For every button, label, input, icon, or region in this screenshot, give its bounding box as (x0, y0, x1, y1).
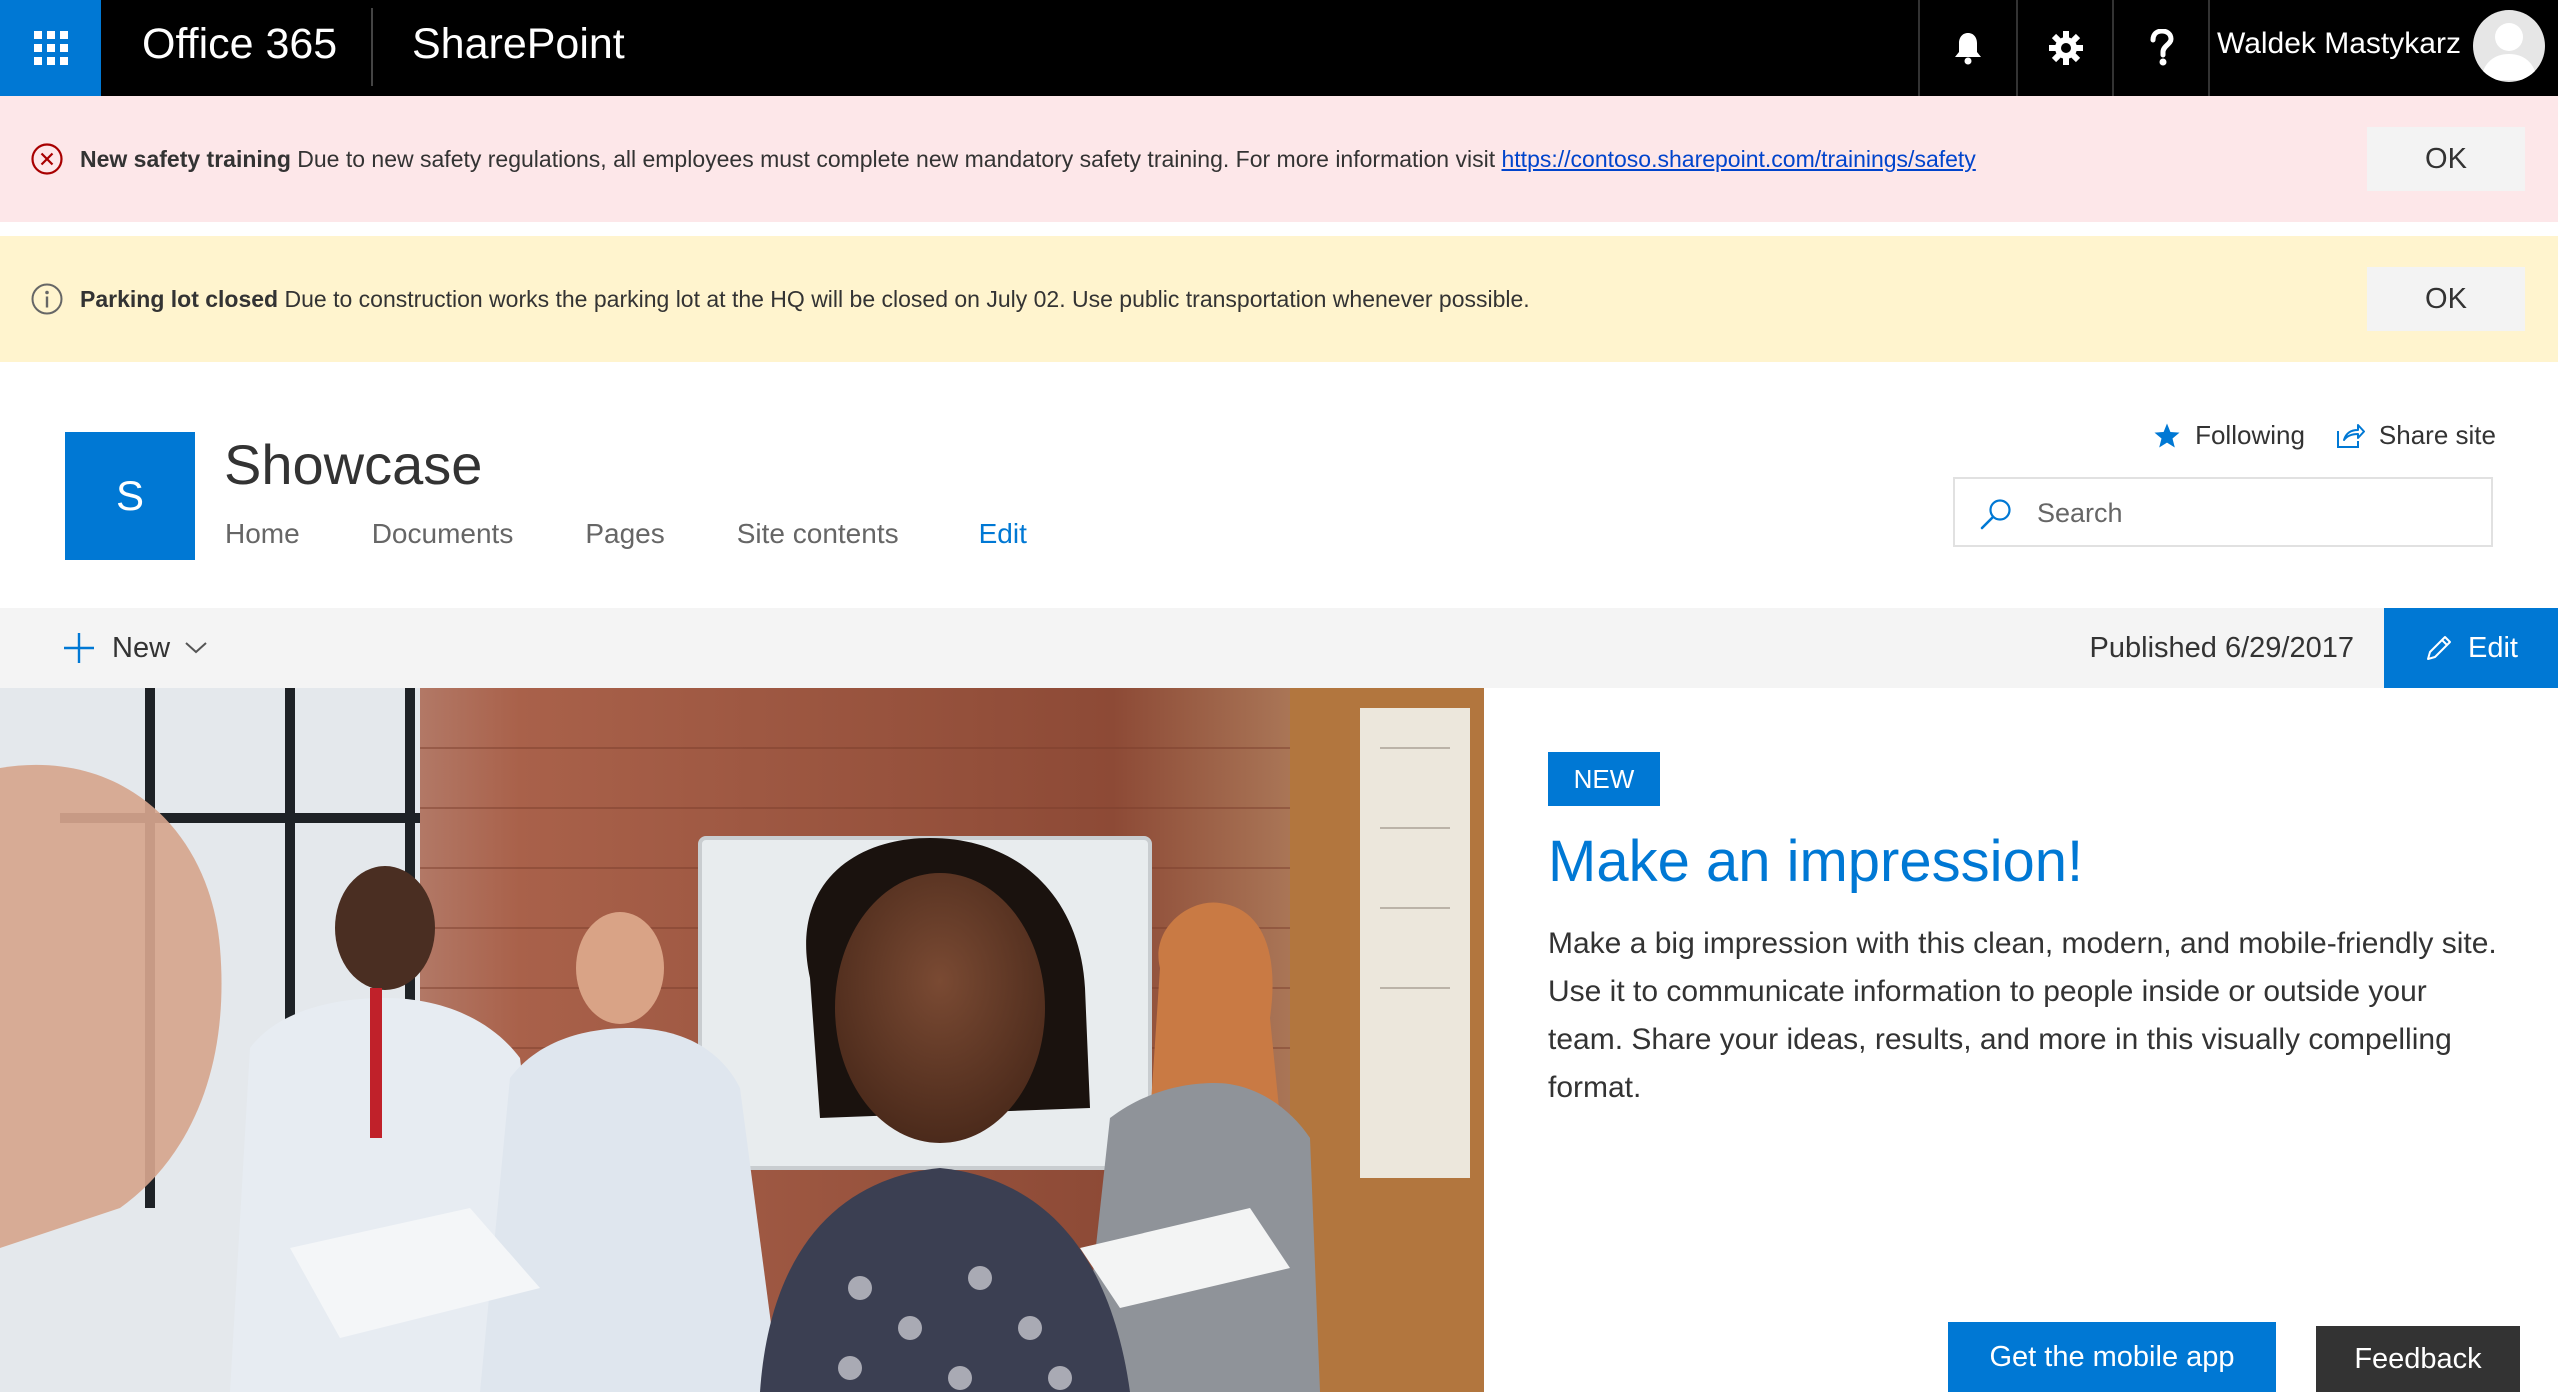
star-icon (2154, 423, 2180, 447)
notifications-button[interactable] (1918, 0, 2016, 96)
settings-button[interactable] (2016, 0, 2114, 96)
office365-brand[interactable]: Office 365 (142, 20, 337, 69)
site-logo[interactable]: S (65, 432, 195, 560)
new-button[interactable]: New (62, 608, 208, 688)
app-launcher-button[interactable] (0, 0, 101, 96)
plus-icon (64, 633, 94, 663)
edit-page-button[interactable]: Edit (2384, 608, 2558, 688)
gear-icon (2049, 31, 2083, 65)
dismiss-parking-notification-button[interactable]: OK (2367, 267, 2525, 331)
command-bar: New Published 6/29/2017 Edit (0, 608, 2558, 688)
nav-item-pages[interactable]: Pages (585, 518, 664, 550)
hero-title[interactable]: Make an impression! (1548, 828, 2083, 895)
new-badge: NEW (1548, 752, 1660, 806)
search-icon (1980, 499, 2011, 530)
avatar[interactable] (2473, 10, 2545, 82)
suite-bar: Office 365 SharePoint Waldek Mastykarz (0, 0, 2558, 96)
notification-message: Due to construction works the parking lo… (284, 285, 1530, 312)
notification-text: Parking lot closed Due to construction w… (80, 286, 1530, 313)
notification-parking-lot: Parking lot closed Due to construction w… (0, 236, 2558, 362)
site-actions: Following Share site (2123, 420, 2496, 451)
get-mobile-app-button[interactable]: Get the mobile app (1948, 1322, 2276, 1392)
feedback-button[interactable]: Feedback (2316, 1326, 2520, 1392)
share-icon (2336, 423, 2365, 448)
site-navigation: Home Documents Pages Site contents Edit (225, 518, 1099, 550)
new-label: New (112, 631, 171, 664)
nav-edit-link[interactable]: Edit (979, 518, 1027, 550)
notification-title: New safety training (80, 145, 291, 172)
hero-image (0, 688, 1484, 1392)
share-site-button[interactable]: Share site (2335, 420, 2496, 451)
bell-icon (1955, 33, 1981, 65)
notification-text: New safety training Due to new safety re… (80, 146, 1976, 173)
nav-item-home[interactable]: Home (225, 518, 300, 550)
published-date: Published 6/29/2017 (2089, 632, 2354, 664)
notification-link[interactable]: https://contoso.sharepoint.com/trainings… (1502, 146, 1976, 172)
waffle-icon (33, 31, 68, 65)
help-button[interactable] (2112, 0, 2210, 96)
nav-item-documents[interactable]: Documents (372, 518, 514, 550)
following-button[interactable]: Following (2153, 420, 2305, 451)
info-circle-icon (31, 283, 63, 315)
site-title[interactable]: Showcase (224, 432, 482, 497)
user-name[interactable]: Waldek Mastykarz (2217, 27, 2461, 61)
nav-item-site-contents[interactable]: Site contents (737, 518, 899, 550)
help-icon (2150, 29, 2174, 66)
notification-title: Parking lot closed (80, 285, 279, 312)
notification-message: Due to new safety regulations, all emplo… (297, 145, 1496, 172)
error-circle-icon (31, 143, 63, 175)
sharepoint-brand[interactable]: SharePoint (412, 20, 625, 69)
hero-description: Make a big impression with this clean, m… (1548, 927, 2497, 1104)
person-icon (2481, 23, 2537, 80)
share-site-label: Share site (2378, 420, 2496, 450)
search-input[interactable] (2035, 489, 2459, 537)
dismiss-safety-notification-button[interactable]: OK (2367, 127, 2525, 191)
edit-label: Edit (2468, 631, 2518, 664)
chevron-down-icon (185, 642, 207, 654)
notification-safety-training: New safety training Due to new safety re… (0, 96, 2558, 222)
pencil-icon (2427, 636, 2451, 660)
search-box[interactable] (1953, 477, 2493, 547)
following-label: Following (2195, 420, 2305, 450)
suite-divider (371, 8, 373, 86)
